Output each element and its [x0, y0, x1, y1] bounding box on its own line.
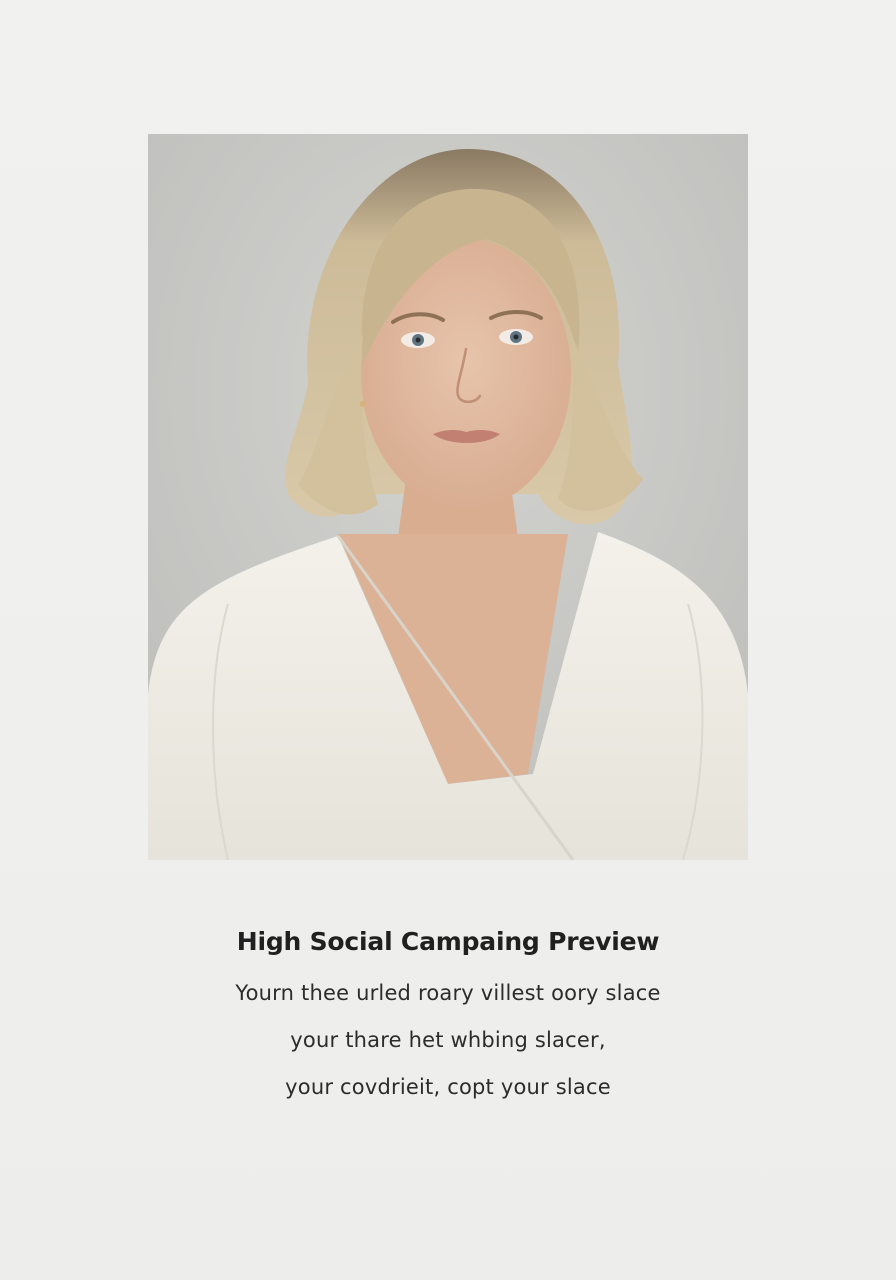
caption: High Social Campaing Preview Yourn thee … [0, 920, 896, 1111]
portrait-illustration [148, 134, 748, 860]
portrait-photo [148, 134, 748, 860]
caption-line-1: Yourn thee urled roary villest oory slac… [235, 981, 661, 1005]
page: High Social Campaing Preview Yourn thee … [0, 0, 896, 1280]
caption-line-3: your covdrieit, copt your slace [285, 1075, 611, 1099]
caption-title: High Social Campaing Preview [236, 927, 660, 956]
caption-line-2: your thare het whbing slacer, [290, 1028, 606, 1052]
earring [360, 401, 366, 407]
